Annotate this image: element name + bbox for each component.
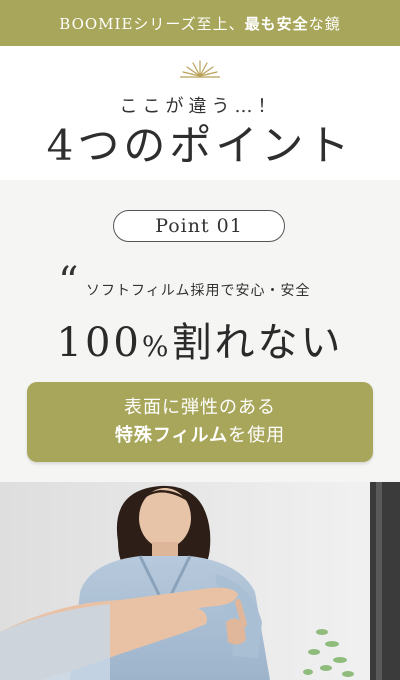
sunburst-icon [180,60,220,78]
banner-text-3: な鏡 [308,14,341,33]
feature-callout: 表面に弾性のある 特殊フィルムを使用 [27,382,373,462]
banner-text-1: BOOMIEシリーズ至上、 [59,14,245,33]
callout-line-2: 特殊フィルムを使用 [115,422,285,450]
top-banner: BOOMIEシリーズ至上、 最も安全 な鏡 [0,0,400,46]
mirror-photo [0,482,400,680]
claim-percent: % [141,330,172,363]
point-label-badge: Point 01 [113,210,285,242]
intro-headline: 4つのポイント [46,121,354,170]
claim-text: 割れない [171,320,344,366]
callout-line-2-rest: を使用 [228,425,286,446]
callout-line-1: 表面に弾性のある [124,397,276,419]
banner-text-emphasis: 最も安全 [244,14,309,33]
quote-mark-icon: “ [58,259,79,305]
claim-number: 100 [56,320,142,366]
point-subline: ソフトフィルム採用で安心・安全 [86,283,311,299]
point-claim: 100%割れない [0,310,400,368]
callout-emphasis: 特殊フィルム [114,425,229,446]
